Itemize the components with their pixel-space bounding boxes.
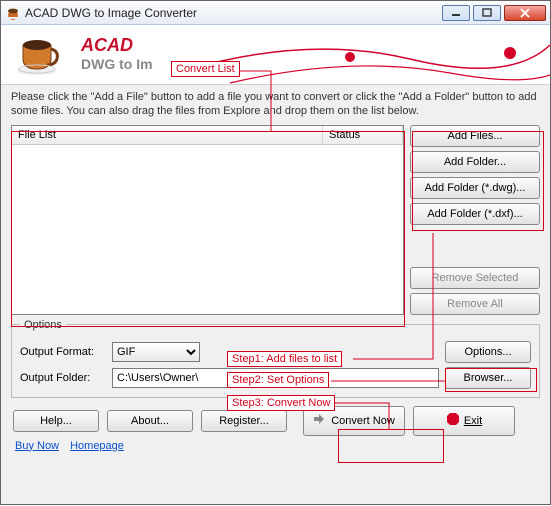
app-window: ACAD DWG to Image Converter ACAD DWG to … [0,0,551,505]
footer-links: Buy Now Homepage [11,440,540,452]
browse-button[interactable]: Browser... [445,367,531,389]
add-folder-dwg-button[interactable]: Add Folder (*.dwg)... [410,177,540,199]
banner: ACAD DWG to Im [1,25,550,85]
register-button[interactable]: Register... [201,410,287,432]
coffee-cup-icon [15,31,61,77]
maximize-button[interactable] [473,5,501,21]
options-button[interactable]: Options... [445,341,531,363]
col-file-list[interactable]: File List [12,126,323,144]
window-title: ACAD DWG to Image Converter [25,6,442,20]
minimize-button[interactable] [442,5,470,21]
remove-all-button[interactable]: Remove All [410,293,540,315]
app-icon [5,5,21,21]
col-status[interactable]: Status [323,126,403,144]
exit-label: Exit [464,415,482,427]
exit-button[interactable]: Exit [413,406,515,436]
options-group: Options Output Format: GIF Options... Ou… [11,319,540,398]
remove-selected-button[interactable]: Remove Selected [410,267,540,289]
file-list[interactable]: File List Status [11,125,404,315]
output-folder-label: Output Folder: [20,372,106,384]
brand-text: ACAD DWG to Im [81,35,153,72]
help-button[interactable]: Help... [13,410,99,432]
list-body[interactable] [12,145,403,314]
buy-now-link[interactable]: Buy Now [15,440,59,452]
convert-icon [313,412,327,429]
window-buttons [442,5,546,21]
options-legend: Options [20,319,66,331]
close-button[interactable] [504,5,546,21]
add-folder-button[interactable]: Add Folder... [410,151,540,173]
convert-now-label: Convert Now [331,415,395,427]
brand-name: ACAD [81,35,153,56]
homepage-link[interactable]: Homepage [70,440,124,452]
brand-subtitle: DWG to Im [81,56,153,72]
instruction-text: Please click the "Add a File" button to … [11,91,540,119]
decorative-swoosh [190,25,550,85]
titlebar: ACAD DWG to Image Converter [1,1,550,25]
convert-now-button[interactable]: Convert Now [303,406,405,436]
side-buttons: Add Files... Add Folder... Add Folder (*… [410,125,540,315]
output-format-label: Output Format: [20,346,106,358]
output-format-select[interactable]: GIF [112,342,200,362]
add-folder-dxf-button[interactable]: Add Folder (*.dxf)... [410,203,540,225]
bottom-bar: Help... About... Register... Convert Now… [11,406,540,436]
list-header: File List Status [12,126,403,145]
output-folder-input[interactable] [112,368,439,388]
add-files-button[interactable]: Add Files... [410,125,540,147]
about-button[interactable]: About... [107,410,193,432]
stop-icon [446,412,460,429]
